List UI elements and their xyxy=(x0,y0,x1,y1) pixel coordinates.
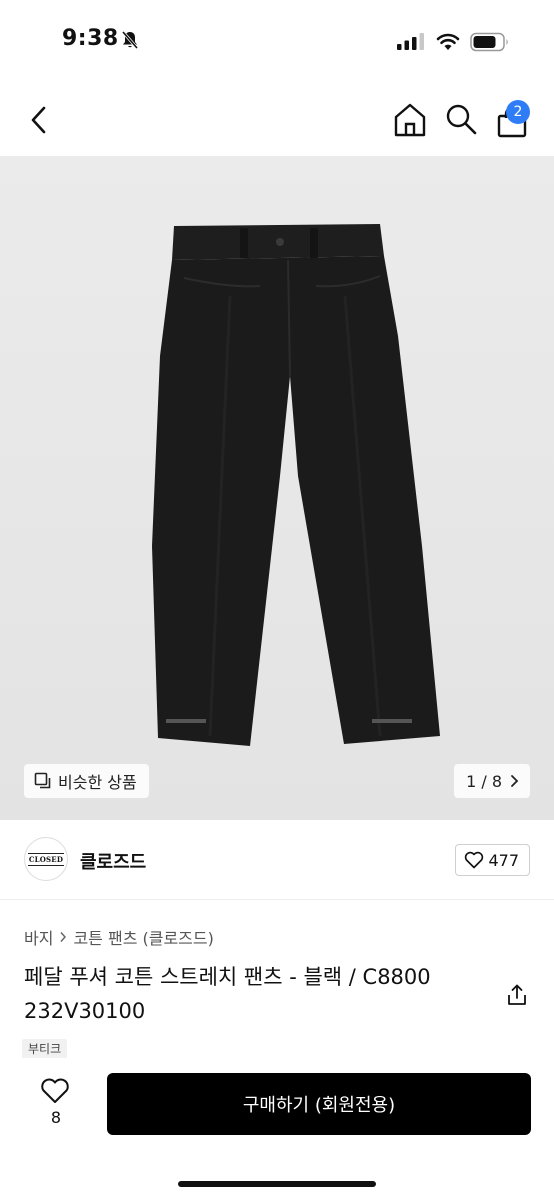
search-icon[interactable] xyxy=(444,102,478,136)
bell-slash-icon xyxy=(121,31,139,49)
brand-row: CLOSED 클로즈드 477 xyxy=(0,820,554,900)
brand-name[interactable]: 클로즈드 xyxy=(80,848,146,874)
similar-products-button[interactable]: 비슷한 상품 xyxy=(24,764,149,798)
brand-like-count: 477 xyxy=(488,850,519,870)
product-image-gallery[interactable]: 비슷한 상품 1 / 8 xyxy=(0,156,554,820)
image-page-indicator[interactable]: 1 / 8 xyxy=(454,764,530,798)
buy-button[interactable]: 구매하기 (회원전용) xyxy=(107,1073,531,1135)
breadcrumb-category[interactable]: 바지 xyxy=(24,925,53,949)
breadcrumb: 바지 코튼 팬츠 (클로즈드) xyxy=(24,925,214,949)
brand-logo[interactable]: CLOSED xyxy=(24,837,68,881)
product-photo xyxy=(152,224,440,746)
share-icon[interactable] xyxy=(506,984,528,1006)
shop-type-tag: 부티크 xyxy=(22,1039,68,1059)
wishlist-button[interactable]: 8 xyxy=(36,1078,76,1132)
back-chevron-icon[interactable] xyxy=(24,102,56,138)
chevron-right-icon xyxy=(60,932,67,942)
wishlist-count: 8 xyxy=(50,1108,62,1127)
heart-icon xyxy=(465,851,484,869)
wifi-icon xyxy=(436,33,460,50)
status-time: 9:38 xyxy=(62,26,119,51)
chevron-right-icon xyxy=(511,775,519,787)
bottom-action-bar: 8 구매하기 (회원전용) xyxy=(0,1058,554,1200)
cart-count-badge: 2 xyxy=(506,100,530,124)
home-indicator xyxy=(178,1181,376,1187)
page-indicator-text: 1 / 8 xyxy=(466,771,502,791)
home-icon[interactable] xyxy=(393,102,427,138)
top-nav-bar xyxy=(0,84,554,156)
breadcrumb-subcategory[interactable]: 코튼 팬츠 (클로즈드) xyxy=(73,925,213,949)
product-title: 페달 푸셔 코튼 스트레치 팬츠 - 블랙 / C8800 232V30100 xyxy=(24,965,431,1023)
cellular-signal-icon xyxy=(397,33,424,50)
similar-items-icon xyxy=(34,772,51,789)
battery-icon xyxy=(470,32,508,52)
brand-like-button[interactable]: 477 xyxy=(455,844,530,876)
heart-icon xyxy=(41,1078,69,1103)
status-bar: 9:38 xyxy=(0,0,554,84)
brand-logo-text: CLOSED xyxy=(27,852,65,866)
similar-products-label: 비슷한 상품 xyxy=(58,773,137,792)
